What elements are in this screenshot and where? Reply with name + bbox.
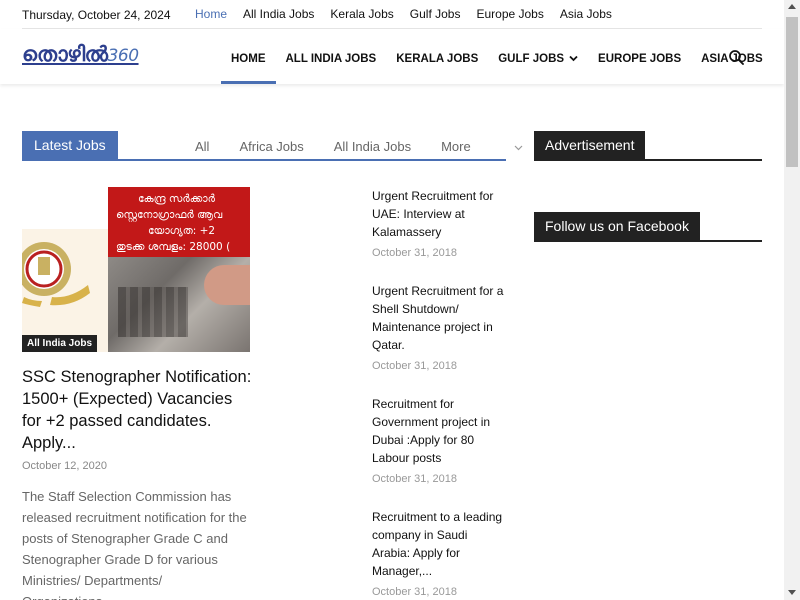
list-item: Urgent Recruitment for UAE: Interview at…	[372, 187, 508, 259]
search-icon[interactable]	[728, 49, 746, 67]
typewriter-keys	[118, 287, 188, 337]
list-item-title[interactable]: Urgent Recruitment for UAE: Interview at…	[372, 187, 508, 241]
top-link-asia-jobs[interactable]: Asia Jobs	[560, 7, 612, 21]
nav-all-india-jobs[interactable]: ALL INDIA JOBS	[276, 29, 387, 84]
list-item-date: October 31, 2018	[372, 473, 458, 485]
top-link-kerala-jobs[interactable]: Kerala Jobs	[330, 7, 393, 21]
category-badge[interactable]: All India Jobs	[22, 335, 98, 352]
nav-kerala-jobs[interactable]: KERALA JOBS	[386, 29, 488, 84]
top-link-europe-jobs[interactable]: Europe Jobs	[476, 7, 543, 21]
advertisement-widget-header: Advertisement	[534, 131, 762, 161]
image-typewriter-photo	[108, 257, 250, 352]
image-headline-banner: കേന്ദ്ര സർക്കാർ സ്റ്റെനോഗ്രാഫർ ആവ യോഗ്യത…	[108, 187, 250, 257]
scrollbar-thumb[interactable]	[786, 17, 798, 167]
latest-jobs-title: Latest Jobs	[22, 131, 118, 159]
top-link-all-india-jobs[interactable]: All India Jobs	[243, 7, 314, 21]
page-scrollbar[interactable]	[784, 0, 800, 600]
current-date: Thursday, October 24, 2024	[22, 8, 171, 22]
latest-jobs-tabs: All Africa Jobs All India Jobs More	[195, 139, 553, 154]
advertisement-title: Advertisement	[534, 131, 646, 159]
featured-article-title[interactable]: SSC Stenographer Notification: 1500+ (Ex…	[22, 366, 252, 454]
image-line-3: യോഗ്യത: +2	[148, 225, 216, 237]
top-link-home[interactable]: Home	[195, 7, 227, 21]
chevron-down-icon	[569, 29, 578, 89]
main-nav: HOME ALL INDIA JOBS KERALA JOBS GULF JOB…	[221, 29, 773, 84]
list-item: Urgent Recruitment for a Shell Shutdown/…	[372, 282, 508, 372]
tab-all-india-jobs[interactable]: All India Jobs	[334, 139, 411, 154]
top-link-gulf-jobs[interactable]: Gulf Jobs	[410, 7, 461, 21]
list-item-title[interactable]: Recruitment for Government project in Du…	[372, 395, 508, 467]
list-item-date: October 31, 2018	[372, 586, 458, 598]
logo-number: 360	[107, 46, 139, 66]
featured-article-date: October 12, 2020	[22, 460, 108, 472]
tab-africa-jobs[interactable]: Africa Jobs	[239, 139, 303, 154]
list-item-title[interactable]: Recruitment to a leading company in Saud…	[372, 508, 508, 580]
nav-europe-jobs[interactable]: EUROPE JOBS	[588, 29, 691, 84]
typist-hand	[204, 265, 250, 305]
ssc-emblem-icon	[22, 242, 90, 307]
list-item: Recruitment to a leading company in Saud…	[372, 508, 508, 598]
top-links: Home All India Jobs Kerala Jobs Gulf Job…	[195, 7, 628, 21]
scroll-down-icon[interactable]	[788, 590, 796, 595]
tab-more-label: More	[441, 139, 471, 154]
facebook-widget-header: Follow us on Facebook	[534, 212, 762, 242]
logo-text: തൊഴിൽ	[22, 42, 108, 66]
facebook-title: Follow us on Facebook	[534, 212, 700, 240]
list-item: Recruitment for Government project in Du…	[372, 395, 508, 485]
image-line-2: സ്റ്റെനോഗ്രാഫർ ആവ	[116, 209, 223, 221]
nav-gulf-jobs[interactable]: GULF JOBS	[488, 29, 588, 84]
site-header: തൊഴിൽ360 HOME ALL INDIA JOBS KERALA JOBS…	[0, 29, 784, 84]
featured-article-excerpt: The Staff Selection Commission has relea…	[22, 489, 247, 600]
chevron-down-icon	[511, 143, 523, 154]
image-line-4: തുടക്ക ശമ്പളം: 28000 (	[116, 241, 231, 253]
list-item-date: October 31, 2018	[372, 247, 458, 259]
tab-all[interactable]: All	[195, 139, 209, 154]
featured-article-image[interactable]: കേന്ദ്ര സർക്കാർ സ്റ്റെനോഗ്രാഫർ ആവ യോഗ്യത…	[22, 187, 250, 352]
scroll-up-icon[interactable]	[788, 4, 796, 9]
top-bar: Thursday, October 24, 2024 Home All Indi…	[0, 0, 784, 29]
nav-gulf-jobs-label: GULF JOBS	[498, 53, 565, 65]
list-item-title[interactable]: Urgent Recruitment for a Shell Shutdown/…	[372, 282, 508, 354]
site-logo[interactable]: തൊഴിൽ360	[22, 42, 139, 67]
nav-home[interactable]: HOME	[221, 29, 276, 84]
list-item-date: October 31, 2018	[372, 360, 458, 372]
latest-jobs-header: Latest Jobs All Africa Jobs All India Jo…	[22, 131, 522, 161]
image-line-1: കേന്ദ്ര സർക്കാർ	[138, 193, 215, 205]
